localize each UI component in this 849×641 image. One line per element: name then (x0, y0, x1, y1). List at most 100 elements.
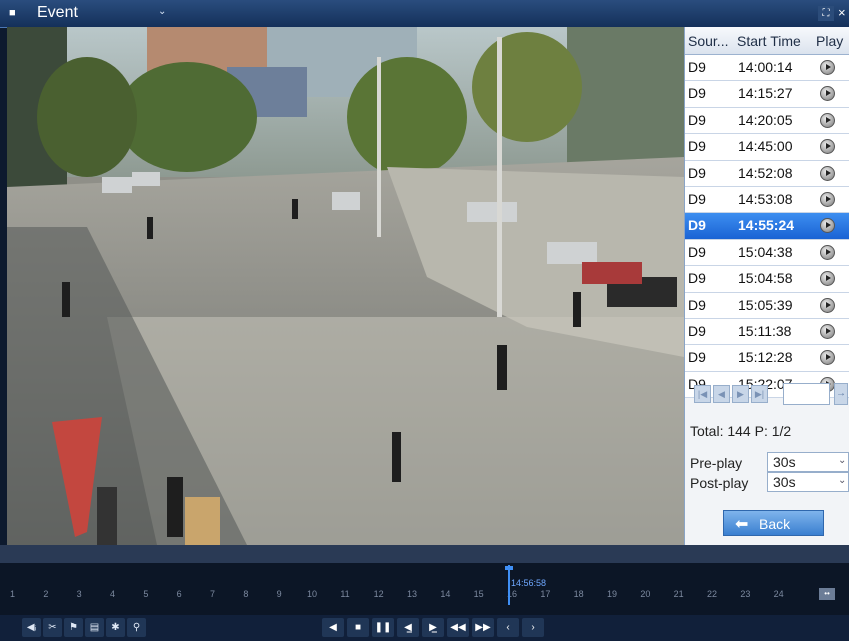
timeline-hour-label: 22 (707, 589, 718, 599)
pause-icon[interactable]: ❚❚ (372, 618, 394, 637)
timeline-hour-label: 6 (176, 589, 182, 599)
event-row[interactable]: D9 15:04:58 (685, 266, 849, 293)
fullscreen-icon[interactable]: ⛶ (818, 6, 834, 21)
preplay-select[interactable]: 30s ⌄ (767, 452, 849, 472)
back-button-label: Back (759, 516, 791, 532)
timeline-hour-label: 24 (773, 589, 784, 599)
postplay-label: Post-play (690, 475, 749, 491)
timeline-bar[interactable]: 1 2 3 4 5 6 7 8 9 10 11 12 13 14 15 16 17 18 19 20 21 22 23 24 … (0, 545, 849, 615)
camera-frame-image (7, 27, 684, 545)
event-list: D9 14:00:14 D9 14:15:27 D9 14:20:05 D9 14:45:00… (685, 55, 849, 399)
column-header-start-time[interactable]: Start Time (737, 33, 801, 49)
timeline-hour-label: 15 (473, 589, 484, 599)
event-row[interactable]: D9 14:52:08 (685, 160, 849, 187)
event-list-panel: Sour... Start Time Play D9 14:00:14 D9 14:1… (684, 27, 849, 545)
event-source: D9 (688, 111, 706, 128)
play-icon[interactable] (820, 60, 835, 75)
timeline-hour-label: 7 (210, 589, 216, 599)
event-start-time: 15:12:28 (738, 349, 793, 366)
rewind-icon[interactable]: ◀◀ (447, 618, 469, 637)
column-header-play[interactable]: Play (816, 33, 843, 49)
video-playback-area[interactable] (7, 27, 684, 545)
play-icon[interactable] (820, 165, 835, 181)
timeline-hour-label: 10 (307, 589, 318, 599)
event-start-time: 14:55:24 (738, 217, 795, 234)
event-row[interactable]: D9 14:53:08 (685, 186, 849, 214)
play-icon[interactable] (820, 112, 835, 128)
postplay-value: 30s (773, 474, 796, 490)
timeline-hour-label: 4 (110, 589, 116, 599)
prev-icon[interactable]: ‹ (497, 618, 519, 637)
play-icon[interactable] (820, 244, 835, 260)
event-source: D9 (688, 322, 706, 339)
zoom-icon[interactable]: ⚲ (127, 618, 146, 637)
reverse-play-icon[interactable]: ◀ (322, 618, 344, 637)
event-source: D9 (688, 59, 706, 75)
preplay-value: 30s (773, 454, 796, 470)
play-icon[interactable] (820, 86, 835, 102)
back-arrow-icon: ⬅ (735, 516, 749, 533)
timeline-hour-label: 8 (243, 589, 249, 599)
chevron-down-icon[interactable]: ⌄ (158, 6, 166, 17)
timeline-hour-label: 20 (640, 589, 651, 599)
next-page-button[interactable]: ▶ (732, 385, 749, 403)
event-source: D9 (688, 85, 706, 102)
stop-icon[interactable]: ■ (347, 618, 369, 637)
last-page-button[interactable]: ▶| (751, 385, 768, 403)
event-row[interactable]: D9 14:45:00 (685, 134, 849, 161)
folder-icon[interactable]: ▤ (85, 618, 104, 637)
timeline-hour-label: 13 (407, 589, 418, 599)
playback-toolbar: ◀ᵢ ✂ ⚑ ▤ ✱ ⚲ ◀ ■ ❚❚ ◀̲ ▶̲ ◀◀ ▶▶ ‹ › (0, 615, 849, 641)
event-start-time: 14:00:14 (738, 59, 793, 75)
next-icon[interactable]: › (522, 618, 544, 637)
window-title[interactable]: Event (37, 4, 78, 22)
timeline-hour-label: 5 (143, 589, 149, 599)
event-source: D9 (688, 190, 706, 207)
page-number-input[interactable] (783, 383, 830, 405)
timeline-hour-label: 14 (440, 589, 451, 599)
first-page-button[interactable]: |◀ (694, 385, 711, 403)
clip-icon[interactable]: ✂ (43, 618, 62, 637)
play-icon[interactable] (820, 297, 835, 313)
event-start-time: 14:52:08 (738, 164, 793, 181)
play-icon[interactable] (820, 191, 835, 207)
preplay-label: Pre-play (690, 455, 743, 471)
tag-icon[interactable]: ⚑ (64, 618, 83, 637)
event-row[interactable]: D9 15:12:28 (685, 345, 849, 372)
timeline-hour-label: 18 (573, 589, 584, 599)
audio-icon[interactable]: ◀ᵢ (22, 618, 41, 637)
event-row[interactable]: D9 14:15:27 (685, 81, 849, 108)
timeline-cursor[interactable] (508, 565, 510, 605)
event-start-time: 15:11:38 (738, 322, 792, 339)
play-icon[interactable] (820, 139, 835, 155)
chevron-down-icon: ⌄ (838, 455, 847, 466)
event-start-time: 15:04:38 (738, 243, 793, 260)
close-icon[interactable]: × (838, 5, 846, 20)
event-source: D9 (688, 349, 706, 366)
event-row[interactable]: D9 14:00:14 (685, 55, 849, 82)
play-icon[interactable] (820, 218, 835, 234)
timeline-hour-label: 2 (43, 589, 49, 599)
play-icon[interactable] (820, 323, 835, 339)
chevron-down-icon: ⌄ (838, 475, 847, 486)
slow-icon[interactable]: ◀̲ (397, 618, 419, 637)
timeline-zoom-icon[interactable]: •• (819, 588, 835, 600)
settings-icon[interactable]: ✱ (106, 618, 125, 637)
event-start-time: 15:05:39 (738, 296, 793, 313)
forward-icon[interactable]: ▶▶ (472, 618, 494, 637)
prev-page-button[interactable]: ◀ (713, 385, 730, 403)
event-row[interactable]: D9 15:05:39 (685, 292, 849, 319)
event-row[interactable]: D9 15:04:38 (685, 239, 849, 267)
event-source: D9 (688, 138, 706, 155)
event-row[interactable]: D9 15:11:38 (685, 318, 849, 346)
postplay-select[interactable]: 30s ⌄ (767, 472, 849, 492)
back-button[interactable]: ⬅ Back (723, 510, 824, 536)
column-header-source[interactable]: Sour... (688, 33, 728, 49)
play-icon[interactable] (820, 350, 835, 366)
event-start-time: 14:45:00 (738, 138, 793, 155)
play-icon[interactable] (820, 271, 835, 287)
event-row[interactable]: D9 14:55:24 (685, 213, 849, 240)
event-row[interactable]: D9 14:20:05 (685, 107, 849, 135)
fast-icon[interactable]: ▶̲ (422, 618, 444, 637)
go-page-button[interactable]: → (834, 383, 848, 405)
